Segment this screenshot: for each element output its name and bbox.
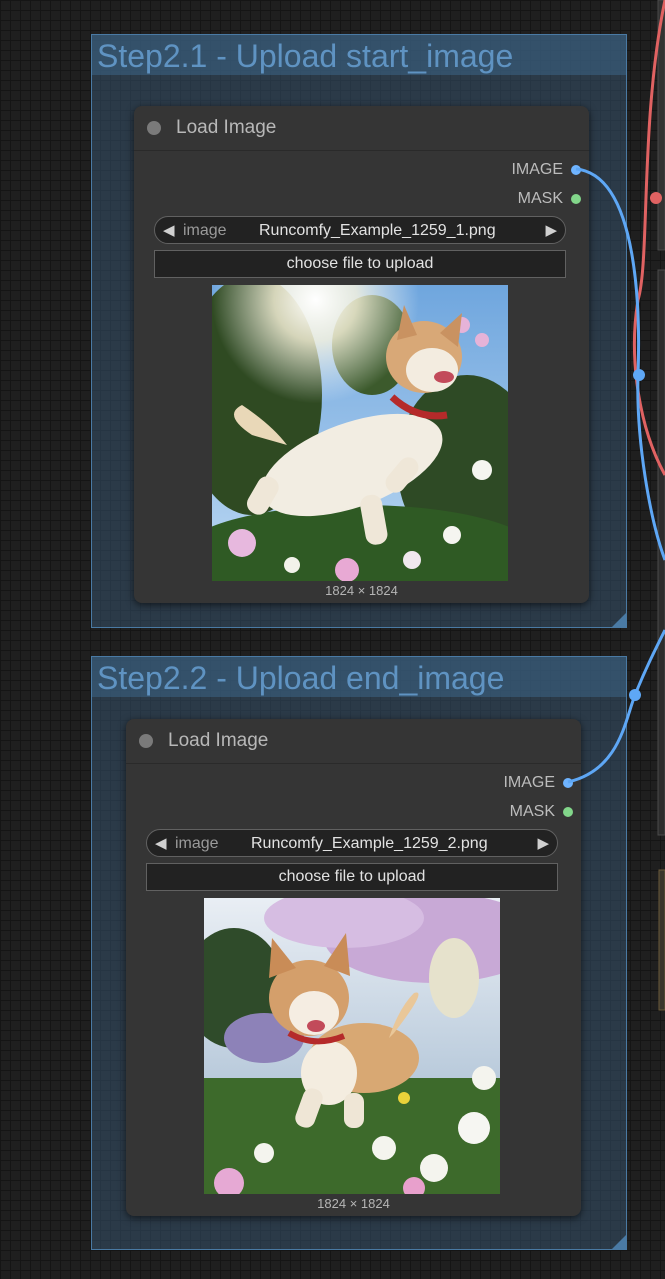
link-midpoint-blue bbox=[629, 689, 641, 701]
workflow-canvas[interactable]: Step2.1 - Upload start_image Step2.2 - U… bbox=[0, 0, 665, 1279]
image-link-wire-end bbox=[567, 629, 665, 784]
link-midpoint-blue bbox=[633, 369, 645, 381]
image-link-wire-start bbox=[575, 167, 665, 561]
node-links bbox=[567, 0, 665, 1011]
link-midpoint-red bbox=[650, 192, 662, 204]
right-edge-node-borders bbox=[657, 0, 665, 1011]
